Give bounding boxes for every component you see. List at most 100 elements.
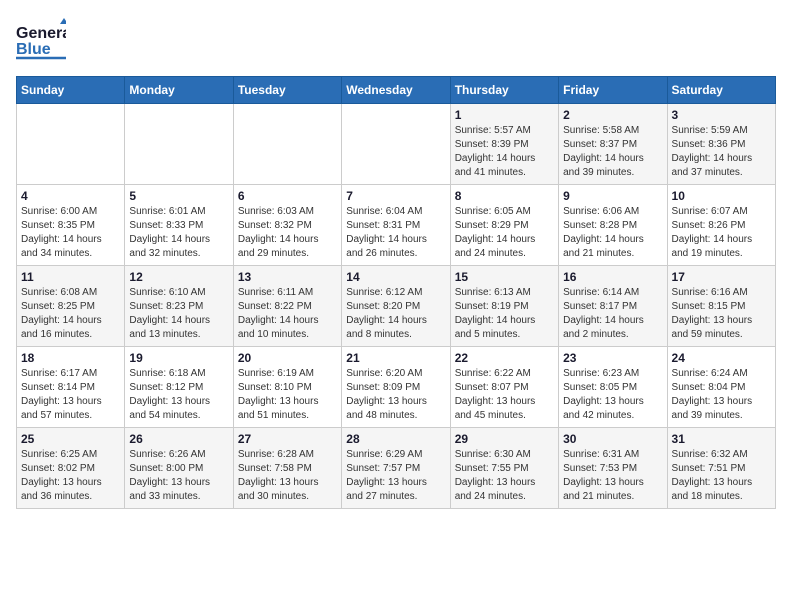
svg-text:General: General — [16, 25, 66, 42]
day-info: Sunrise: 6:04 AM Sunset: 8:31 PM Dayligh… — [346, 205, 445, 261]
day-info: Sunrise: 6:00 AM Sunset: 8:35 PM Dayligh… — [21, 205, 120, 261]
calendar-table: SundayMondayTuesdayWednesdayThursdayFrid… — [16, 76, 776, 509]
calendar-cell: 25 Sunrise: 6:25 AM Sunset: 8:02 PM Dayli… — [17, 428, 125, 509]
day-number: 24 — [672, 351, 771, 365]
day-info: Sunrise: 6:22 AM Sunset: 8:07 PM Dayligh… — [455, 367, 554, 423]
day-info: Sunrise: 6:28 AM Sunset: 7:58 PM Dayligh… — [238, 448, 337, 504]
day-info: Sunrise: 6:17 AM Sunset: 8:14 PM Dayligh… — [21, 367, 120, 423]
calendar-cell: 26 Sunrise: 6:26 AM Sunset: 8:00 PM Dayli… — [125, 428, 233, 509]
day-number: 15 — [455, 270, 554, 284]
weekday-friday: Friday — [559, 77, 667, 104]
day-number: 5 — [129, 189, 228, 203]
day-info: Sunrise: 6:03 AM Sunset: 8:32 PM Dayligh… — [238, 205, 337, 261]
day-info: Sunrise: 6:10 AM Sunset: 8:23 PM Dayligh… — [129, 286, 228, 342]
day-info: Sunrise: 6:26 AM Sunset: 8:00 PM Dayligh… — [129, 448, 228, 504]
day-info: Sunrise: 5:59 AM Sunset: 8:36 PM Dayligh… — [672, 124, 771, 180]
calendar-body: 1 Sunrise: 5:57 AM Sunset: 8:39 PM Daylig… — [17, 104, 776, 509]
calendar-cell — [125, 104, 233, 185]
calendar-cell: 7 Sunrise: 6:04 AM Sunset: 8:31 PM Daylig… — [342, 185, 450, 266]
calendar-cell: 29 Sunrise: 6:30 AM Sunset: 7:55 PM Dayli… — [450, 428, 558, 509]
day-info: Sunrise: 6:07 AM Sunset: 8:26 PM Dayligh… — [672, 205, 771, 261]
calendar-week-3: 18 Sunrise: 6:17 AM Sunset: 8:14 PM Dayli… — [17, 347, 776, 428]
day-number: 1 — [455, 108, 554, 122]
day-number: 2 — [563, 108, 662, 122]
day-info: Sunrise: 6:23 AM Sunset: 8:05 PM Dayligh… — [563, 367, 662, 423]
day-number: 6 — [238, 189, 337, 203]
day-number: 9 — [563, 189, 662, 203]
calendar-cell: 9 Sunrise: 6:06 AM Sunset: 8:28 PM Daylig… — [559, 185, 667, 266]
day-number: 25 — [21, 432, 120, 446]
day-number: 19 — [129, 351, 228, 365]
calendar-cell: 30 Sunrise: 6:31 AM Sunset: 7:53 PM Dayli… — [559, 428, 667, 509]
day-info: Sunrise: 6:13 AM Sunset: 8:19 PM Dayligh… — [455, 286, 554, 342]
weekday-thursday: Thursday — [450, 77, 558, 104]
calendar-header: SundayMondayTuesdayWednesdayThursdayFrid… — [17, 77, 776, 104]
day-number: 22 — [455, 351, 554, 365]
day-number: 7 — [346, 189, 445, 203]
calendar-cell: 14Sunrise: 6:12 AM Sunset: 8:20 PM Dayli… — [342, 266, 450, 347]
day-number: 17 — [672, 270, 771, 284]
calendar-cell: 8Sunrise: 6:05 AM Sunset: 8:29 PM Daylig… — [450, 185, 558, 266]
calendar-cell: 23 Sunrise: 6:23 AM Sunset: 8:05 PM Dayli… — [559, 347, 667, 428]
calendar-cell: 5 Sunrise: 6:01 AM Sunset: 8:33 PM Daylig… — [125, 185, 233, 266]
day-info: Sunrise: 6:01 AM Sunset: 8:33 PM Dayligh… — [129, 205, 228, 261]
day-info: Sunrise: 6:30 AM Sunset: 7:55 PM Dayligh… — [455, 448, 554, 504]
calendar-cell: 19 Sunrise: 6:18 AM Sunset: 8:12 PM Dayli… — [125, 347, 233, 428]
weekday-tuesday: Tuesday — [233, 77, 341, 104]
calendar-cell: 27 Sunrise: 6:28 AM Sunset: 7:58 PM Dayli… — [233, 428, 341, 509]
day-number: 18 — [21, 351, 120, 365]
calendar-cell: 22 Sunrise: 6:22 AM Sunset: 8:07 PM Dayli… — [450, 347, 558, 428]
calendar-week-0: 1 Sunrise: 5:57 AM Sunset: 8:39 PM Daylig… — [17, 104, 776, 185]
header: General Blue — [16, 16, 776, 64]
calendar-cell: 31 Sunrise: 6:32 AM Sunset: 7:51 PM Dayli… — [667, 428, 775, 509]
weekday-sunday: Sunday — [17, 77, 125, 104]
weekday-monday: Monday — [125, 77, 233, 104]
calendar-cell: 18 Sunrise: 6:17 AM Sunset: 8:14 PM Dayli… — [17, 347, 125, 428]
calendar-cell: 12Sunrise: 6:10 AM Sunset: 8:23 PM Dayli… — [125, 266, 233, 347]
calendar-cell: 4 Sunrise: 6:00 AM Sunset: 8:35 PM Daylig… — [17, 185, 125, 266]
day-info: Sunrise: 6:18 AM Sunset: 8:12 PM Dayligh… — [129, 367, 228, 423]
day-info: Sunrise: 6:20 AM Sunset: 8:09 PM Dayligh… — [346, 367, 445, 423]
day-info: Sunrise: 6:25 AM Sunset: 8:02 PM Dayligh… — [21, 448, 120, 504]
day-info: Sunrise: 6:14 AM Sunset: 8:17 PM Dayligh… — [563, 286, 662, 342]
day-info: Sunrise: 6:31 AM Sunset: 7:53 PM Dayligh… — [563, 448, 662, 504]
day-number: 27 — [238, 432, 337, 446]
calendar-week-1: 4 Sunrise: 6:00 AM Sunset: 8:35 PM Daylig… — [17, 185, 776, 266]
calendar-cell: 2 Sunrise: 5:58 AM Sunset: 8:37 PM Daylig… — [559, 104, 667, 185]
calendar-cell — [17, 104, 125, 185]
calendar-cell: 1 Sunrise: 5:57 AM Sunset: 8:39 PM Daylig… — [450, 104, 558, 185]
day-number: 29 — [455, 432, 554, 446]
day-number: 23 — [563, 351, 662, 365]
weekday-wednesday: Wednesday — [342, 77, 450, 104]
day-number: 30 — [563, 432, 662, 446]
day-info: Sunrise: 6:24 AM Sunset: 8:04 PM Dayligh… — [672, 367, 771, 423]
calendar-cell: 20Sunrise: 6:19 AM Sunset: 8:10 PM Dayli… — [233, 347, 341, 428]
calendar-cell: 10 Sunrise: 6:07 AM Sunset: 8:26 PM Dayli… — [667, 185, 775, 266]
day-number: 20 — [238, 351, 337, 365]
calendar-cell: 24 Sunrise: 6:24 AM Sunset: 8:04 PM Dayli… — [667, 347, 775, 428]
day-number: 14 — [346, 270, 445, 284]
calendar-cell: 11 Sunrise: 6:08 AM Sunset: 8:25 PM Dayli… — [17, 266, 125, 347]
day-number: 13 — [238, 270, 337, 284]
calendar-cell: 13 Sunrise: 6:11 AM Sunset: 8:22 PM Dayli… — [233, 266, 341, 347]
day-info: Sunrise: 6:06 AM Sunset: 8:28 PM Dayligh… — [563, 205, 662, 261]
day-number: 11 — [21, 270, 120, 284]
day-number: 28 — [346, 432, 445, 446]
calendar-cell: 17 Sunrise: 6:16 AM Sunset: 8:15 PM Dayli… — [667, 266, 775, 347]
day-info: Sunrise: 5:57 AM Sunset: 8:39 PM Dayligh… — [455, 124, 554, 180]
calendar-week-4: 25 Sunrise: 6:25 AM Sunset: 8:02 PM Dayli… — [17, 428, 776, 509]
calendar-week-2: 11 Sunrise: 6:08 AM Sunset: 8:25 PM Dayli… — [17, 266, 776, 347]
weekday-saturday: Saturday — [667, 77, 775, 104]
day-number: 10 — [672, 189, 771, 203]
day-info: Sunrise: 6:11 AM Sunset: 8:22 PM Dayligh… — [238, 286, 337, 342]
calendar-cell: 21Sunrise: 6:20 AM Sunset: 8:09 PM Dayli… — [342, 347, 450, 428]
day-info: Sunrise: 6:32 AM Sunset: 7:51 PM Dayligh… — [672, 448, 771, 504]
day-info: Sunrise: 5:58 AM Sunset: 8:37 PM Dayligh… — [563, 124, 662, 180]
day-number: 31 — [672, 432, 771, 446]
day-number: 8 — [455, 189, 554, 203]
day-info: Sunrise: 6:16 AM Sunset: 8:15 PM Dayligh… — [672, 286, 771, 342]
logo: General Blue — [16, 16, 66, 64]
day-number: 26 — [129, 432, 228, 446]
day-number: 4 — [21, 189, 120, 203]
day-info: Sunrise: 6:08 AM Sunset: 8:25 PM Dayligh… — [21, 286, 120, 342]
